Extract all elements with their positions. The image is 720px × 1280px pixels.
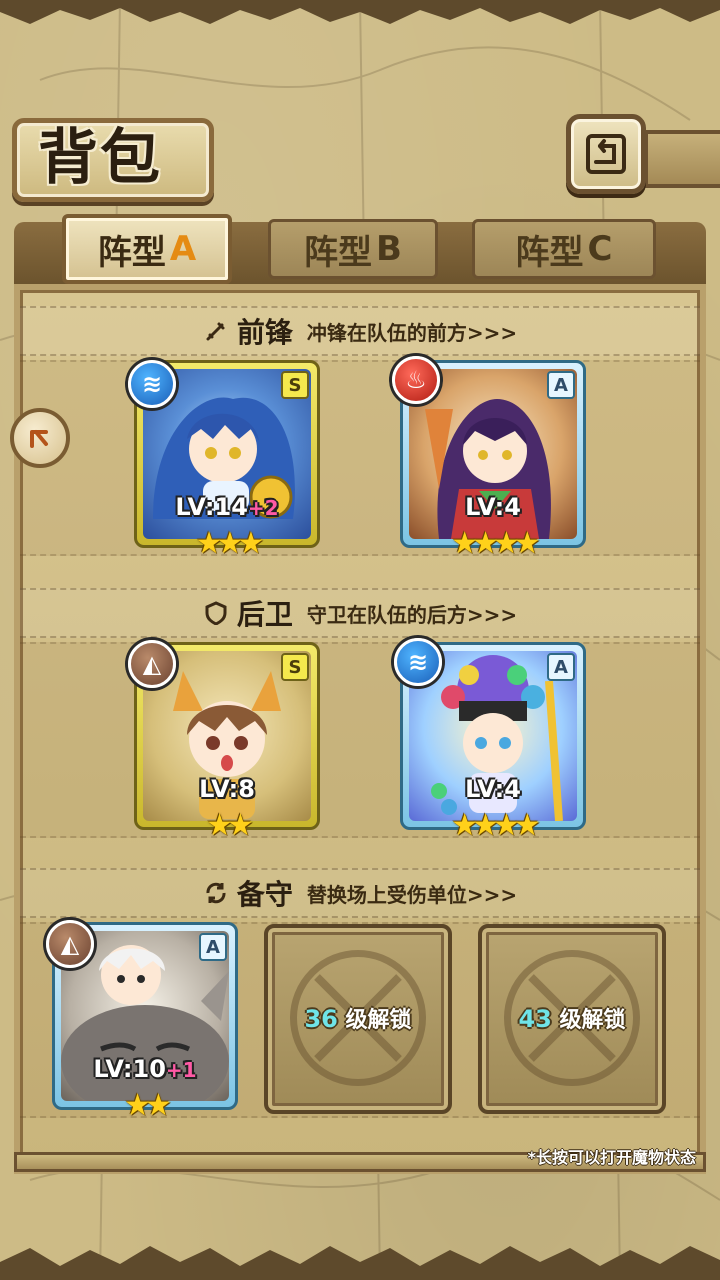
shield-icon xyxy=(203,600,229,626)
locked-slot-1[interactable]: 36 级解锁 xyxy=(264,924,452,1114)
back-button[interactable] xyxy=(566,114,646,194)
torn-edge-bottom xyxy=(0,1246,720,1280)
rank-badge: A xyxy=(199,933,227,961)
page-title: 背包 xyxy=(38,123,162,193)
rank-badge: A xyxy=(547,371,575,399)
earth-element-icon: ◭ xyxy=(46,920,94,968)
fire-element-icon: ♨ xyxy=(392,356,440,404)
back-button-bar xyxy=(644,130,720,188)
unlock-requirement: 43 级解锁 xyxy=(518,1005,626,1033)
card-level: LV:8 xyxy=(199,775,255,803)
section-front-subtitle: 冲锋在队伍的前方>>> xyxy=(306,320,518,345)
tab-formation-c[interactable]: 阵型 C xyxy=(472,214,656,284)
rank-badge: A xyxy=(547,653,575,681)
tab-suffix: B xyxy=(376,229,402,269)
water-element-icon: ≋ xyxy=(394,638,442,686)
card-level: LV:4 xyxy=(465,775,521,803)
tab-label: 阵型 xyxy=(515,232,584,273)
rank-badge: S xyxy=(281,653,309,681)
section-rear-subtitle: 守卫在队伍的后方>>> xyxy=(306,602,518,627)
earth-element-icon: ◭ xyxy=(128,640,176,688)
tab-suffix: A xyxy=(169,229,197,269)
tab-label: 阵型 xyxy=(97,232,166,273)
locked-slot-2[interactable]: 43 级解锁 xyxy=(478,924,666,1114)
arrow-icon xyxy=(30,430,48,448)
tab-formation-a[interactable]: 阵型 A xyxy=(62,214,232,284)
rank-badge: S xyxy=(281,371,309,399)
card-level: LV:4 xyxy=(465,493,521,521)
side-expand-button[interactable] xyxy=(10,408,70,468)
star-rating: ★★★★ xyxy=(451,526,541,561)
section-rear-header: 后卫 守卫在队伍的后方>>> xyxy=(20,588,700,638)
tab-label: 阵型 xyxy=(304,232,373,273)
unlock-requirement: 36 级解锁 xyxy=(304,1005,412,1033)
card-level: LV:14+2 xyxy=(175,493,279,521)
section-front-title: 前锋 xyxy=(236,316,293,349)
star-rating: ★★ xyxy=(206,808,254,843)
front-row-band xyxy=(20,360,700,556)
torn-edge-top xyxy=(0,0,720,24)
sword-icon xyxy=(203,318,229,344)
swap-icon xyxy=(203,880,229,906)
water-element-icon: ≋ xyxy=(128,360,176,408)
tab-suffix: C xyxy=(587,229,613,269)
section-reserve-subtitle: 替换场上受伤单位>>> xyxy=(306,882,518,907)
section-reserve-title: 备守 xyxy=(236,878,293,911)
footer-hint: *长按可以打开魔物状态 xyxy=(527,1148,696,1167)
star-rating: ★★★★ xyxy=(451,808,541,843)
rear-row-band xyxy=(20,642,700,838)
section-rear-title: 后卫 xyxy=(236,598,293,631)
star-rating: ★★ xyxy=(124,1088,172,1123)
section-front-header: 前锋 冲锋在队伍的前方>>> xyxy=(20,306,700,356)
card-level: LV:10+1 xyxy=(93,1055,197,1083)
tab-formation-b[interactable]: 阵型 B xyxy=(268,214,438,284)
section-reserve-header: 备守 替换场上受伤单位>>> xyxy=(20,868,700,918)
back-arrow-icon xyxy=(586,134,626,174)
star-rating: ★★★ xyxy=(195,526,265,561)
